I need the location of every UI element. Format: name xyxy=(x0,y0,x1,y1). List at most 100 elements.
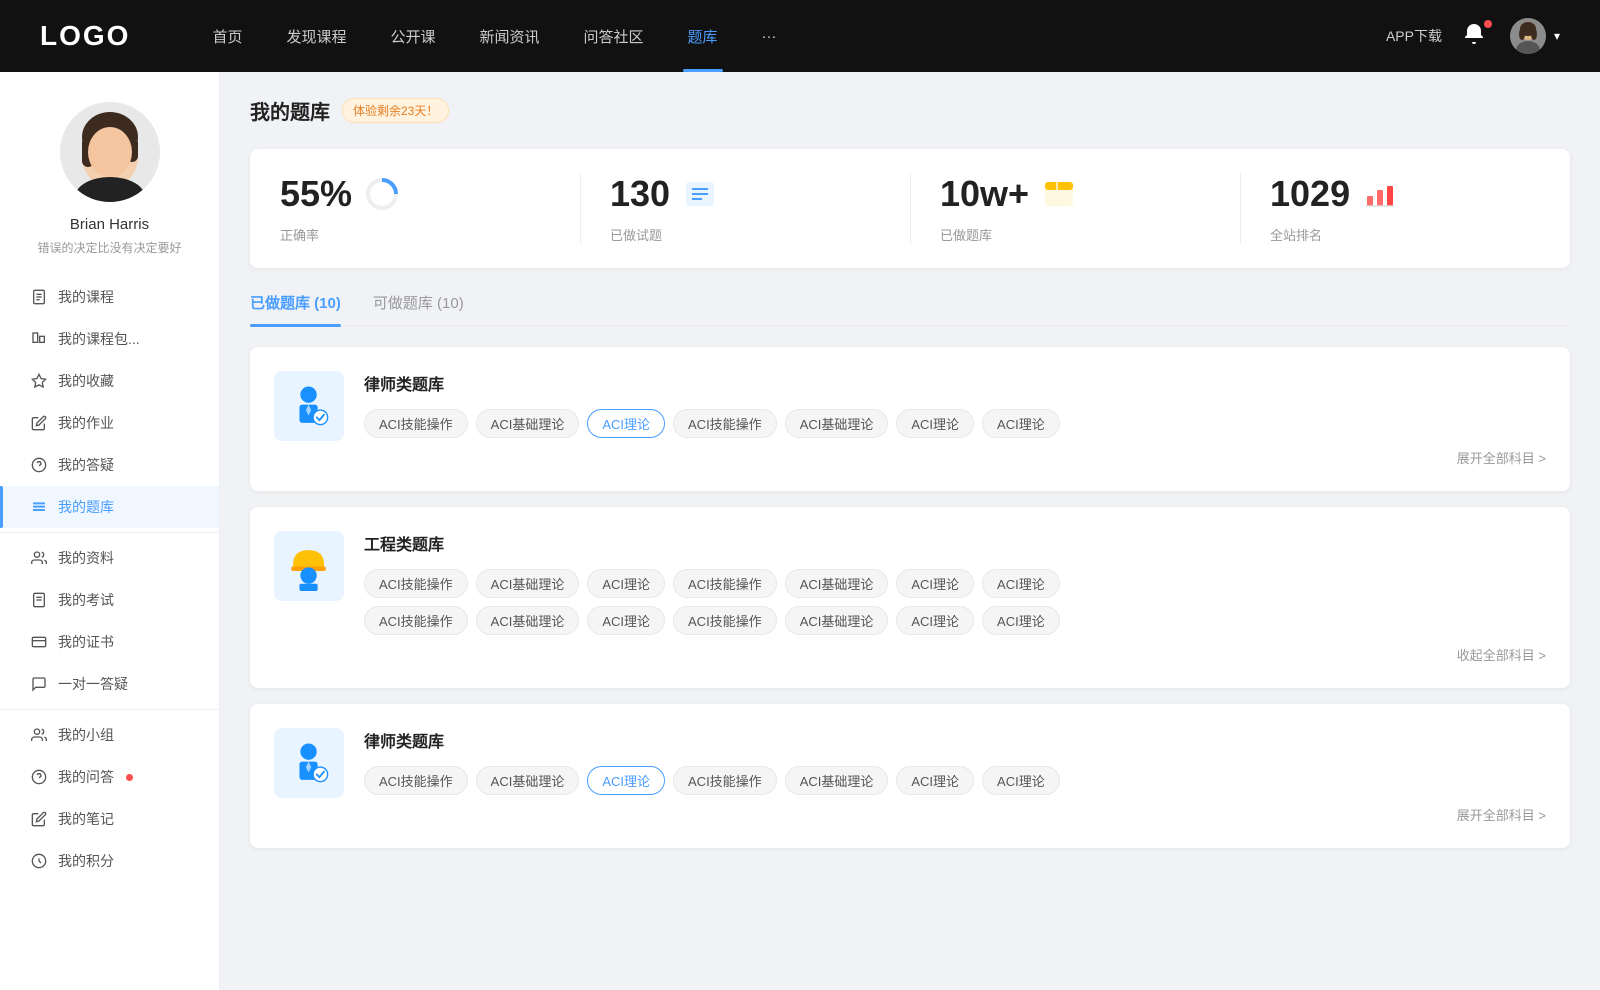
nav-open-courses[interactable]: 公开课 xyxy=(368,0,457,72)
tag[interactable]: ACI基础理论 xyxy=(476,409,580,438)
tab-available[interactable]: 可做题库 (10) xyxy=(373,292,464,325)
bank-card-header: 工程类题库 ACI技能操作 ACI基础理论 ACI理论 ACI技能操作 ACI基… xyxy=(274,531,1546,664)
engineer-icon xyxy=(274,531,344,601)
nav-qa[interactable]: 问答社区 xyxy=(562,0,666,72)
tag[interactable]: ACI技能操作 xyxy=(364,409,468,438)
sidebar-item-certificate[interactable]: 我的证书 xyxy=(0,621,219,663)
tag[interactable]: ACI理论 xyxy=(982,569,1060,598)
lawyer-icon-2 xyxy=(274,728,344,798)
sidebar-item-label: 我的答疑 xyxy=(58,455,114,475)
tag[interactable]: ACI基础理论 xyxy=(785,766,889,795)
sidebar-item-question-bank[interactable]: 我的题库 xyxy=(0,486,219,528)
chevron-down-icon: ▾ xyxy=(1554,29,1560,43)
tag[interactable]: ACI理论 xyxy=(982,606,1060,635)
sidebar-item-one-on-one[interactable]: 一对一答疑 xyxy=(0,663,219,705)
tag[interactable]: ACI理论 xyxy=(896,409,974,438)
bank-name: 律师类题库 xyxy=(364,371,1546,395)
tag[interactable]: ACI基础理论 xyxy=(785,409,889,438)
trial-badge: 体验剩余23天！ xyxy=(342,98,449,123)
navbar: LOGO 首页 发现课程 公开课 新闻资讯 问答社区 题库 ··· APP下载 xyxy=(0,0,1600,72)
user-avatar-sidebar xyxy=(60,102,160,202)
sidebar-item-group[interactable]: 我的小组 xyxy=(0,714,219,756)
bank-tags-row1: ACI技能操作 ACI基础理论 ACI理论 ACI技能操作 ACI基础理论 AC… xyxy=(364,569,1546,598)
tag[interactable]: ACI基础理论 xyxy=(476,569,580,598)
bank-tags: ACI技能操作 ACI基础理论 ACI理论 ACI技能操作 ACI基础理论 AC… xyxy=(364,409,1546,438)
logo: LOGO xyxy=(40,20,130,52)
tag[interactable]: ACI理论 xyxy=(587,606,665,635)
tag[interactable]: ACI技能操作 xyxy=(364,606,468,635)
sidebar-item-points[interactable]: 我的积分 xyxy=(0,840,219,882)
tag[interactable]: ACI技能操作 xyxy=(364,569,468,598)
tag[interactable]: ACI技能操作 xyxy=(673,606,777,635)
bank-icon xyxy=(30,498,48,516)
tag[interactable]: ACI理论 xyxy=(896,569,974,598)
tag[interactable]: ACI基础理论 xyxy=(476,766,580,795)
expand-link-2[interactable]: 展开全部科目 > xyxy=(1457,805,1546,824)
points-icon xyxy=(30,852,48,870)
tag[interactable]: ACI理论 xyxy=(982,409,1060,438)
nav-home[interactable]: 首页 xyxy=(190,0,264,72)
document-icon xyxy=(30,288,48,306)
nav-more[interactable]: ··· xyxy=(740,0,799,72)
user-motto: 错误的决定比没有决定要好 xyxy=(21,239,197,256)
notification-dot xyxy=(126,774,133,781)
sidebar-item-course-packages[interactable]: 我的课程包... xyxy=(0,318,219,360)
stat-ranking: 1029 全站排名 xyxy=(1240,149,1570,268)
sidebar-item-notes[interactable]: 我的笔记 xyxy=(0,798,219,840)
tag[interactable]: ACI理论 xyxy=(982,766,1060,795)
sidebar-item-label: 我的积分 xyxy=(58,851,114,871)
group-icon xyxy=(30,726,48,744)
exam-icon xyxy=(30,591,48,609)
tag[interactable]: ACI基础理论 xyxy=(785,569,889,598)
bank-card-header: 律师类题库 ACI技能操作 ACI基础理论 ACI理论 ACI技能操作 ACI基… xyxy=(274,371,1546,467)
tag[interactable]: ACI技能操作 xyxy=(673,409,777,438)
tag[interactable]: ACI基础理论 xyxy=(476,606,580,635)
sidebar-item-label: 一对一答疑 xyxy=(58,674,128,694)
bank-name: 律师类题库 xyxy=(364,728,1546,752)
expand-link[interactable]: 展开全部科目 > xyxy=(1457,448,1546,467)
stat-value: 1029 xyxy=(1270,173,1350,215)
stat-value: 55% xyxy=(280,173,352,215)
tag-active[interactable]: ACI理论 xyxy=(587,766,665,795)
nav-news[interactable]: 新闻资讯 xyxy=(458,0,562,72)
tag[interactable]: ACI基础理论 xyxy=(785,606,889,635)
tabs: 已做题库 (10) 可做题库 (10) xyxy=(250,292,1570,327)
nav-courses[interactable]: 发现课程 xyxy=(264,0,368,72)
bank-card-lawyer-1: 律师类题库 ACI技能操作 ACI基础理论 ACI理论 ACI技能操作 ACI基… xyxy=(250,347,1570,491)
tag[interactable]: ACI理论 xyxy=(587,569,665,598)
app-download-button[interactable]: APP下载 xyxy=(1386,26,1442,46)
tag[interactable]: ACI理论 xyxy=(896,766,974,795)
collapse-link[interactable]: 收起全部科目 > xyxy=(1457,645,1546,664)
sidebar-item-exam[interactable]: 我的考试 xyxy=(0,579,219,621)
sidebar-item-label: 我的问答 xyxy=(58,767,114,787)
sidebar-item-my-courses[interactable]: 我的课程 xyxy=(0,276,219,318)
sidebar-item-my-qa[interactable]: 我的问答 xyxy=(0,756,219,798)
bank-card-lawyer-2: 律师类题库 ACI技能操作 ACI基础理论 ACI理论 ACI技能操作 ACI基… xyxy=(250,704,1570,848)
notification-bell[interactable] xyxy=(1462,22,1490,50)
sidebar-item-label: 我的证书 xyxy=(58,632,114,652)
tag[interactable]: ACI理论 xyxy=(896,606,974,635)
bank-footer: 收起全部科目 > xyxy=(364,645,1546,664)
tag[interactable]: ACI技能操作 xyxy=(673,766,777,795)
tab-done[interactable]: 已做题库 (10) xyxy=(250,292,341,325)
stat-done-questions: 130 已做试题 xyxy=(580,149,910,268)
sidebar-item-profile[interactable]: 我的资料 xyxy=(0,537,219,579)
bank-card-header: 律师类题库 ACI技能操作 ACI基础理论 ACI理论 ACI技能操作 ACI基… xyxy=(274,728,1546,824)
stat-top: 55% xyxy=(280,173,550,215)
notes-icon xyxy=(30,810,48,828)
question-icon xyxy=(30,456,48,474)
sidebar-item-homework[interactable]: 我的作业 xyxy=(0,402,219,444)
list-icon xyxy=(682,176,718,212)
nav-question-bank[interactable]: 题库 xyxy=(666,0,740,72)
avatar xyxy=(1510,18,1546,54)
tag-active[interactable]: ACI理论 xyxy=(587,409,665,438)
tag[interactable]: ACI技能操作 xyxy=(364,766,468,795)
sidebar-item-label: 我的小组 xyxy=(58,725,114,745)
donut-chart-icon xyxy=(364,176,400,212)
tag[interactable]: ACI技能操作 xyxy=(673,569,777,598)
lawyer-icon xyxy=(274,371,344,441)
sidebar-item-favorites[interactable]: 我的收藏 xyxy=(0,360,219,402)
user-avatar-nav[interactable]: ▾ xyxy=(1510,18,1560,54)
sidebar-item-qa[interactable]: 我的答疑 xyxy=(0,444,219,486)
my-question-icon xyxy=(30,768,48,786)
